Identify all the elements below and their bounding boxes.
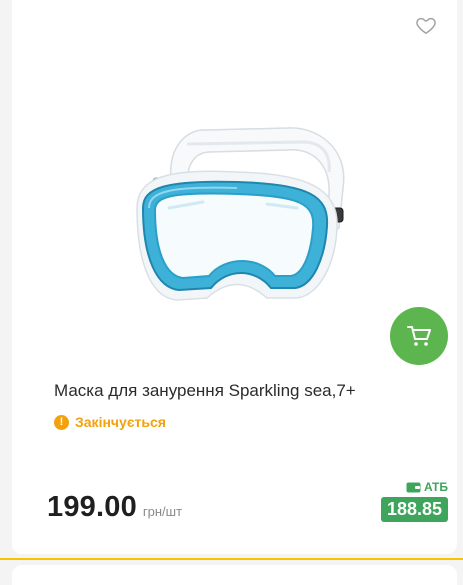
- heart-icon: [416, 17, 436, 34]
- product-title[interactable]: Маска для занурення Sparkling sea,7+: [54, 381, 356, 401]
- promo-price-block: АТБ 188.85: [371, 480, 448, 522]
- divider: [0, 558, 463, 560]
- add-to-cart-button[interactable]: [390, 307, 448, 365]
- product-card[interactable]: Маска для занурення Sparkling sea,7+ ! З…: [12, 0, 457, 554]
- favorite-button[interactable]: [415, 14, 437, 36]
- cart-icon: [407, 326, 431, 346]
- status-text: Закінчується: [75, 414, 166, 430]
- price-unit: грн/шт: [142, 504, 183, 519]
- product-image: [136, 127, 345, 301]
- exclamation-icon: !: [54, 414, 69, 430]
- wallet-icon: [406, 482, 421, 493]
- promo-price: 188.85: [380, 497, 448, 522]
- regular-price: 199.00 грн/шт: [47, 491, 182, 524]
- promo-store-name: АТБ: [423, 480, 448, 494]
- price-value: 199.00: [47, 491, 137, 523]
- next-product-card[interactable]: [12, 565, 457, 585]
- promo-label: АТБ: [406, 480, 448, 494]
- stock-status: ! Закінчується: [54, 414, 166, 430]
